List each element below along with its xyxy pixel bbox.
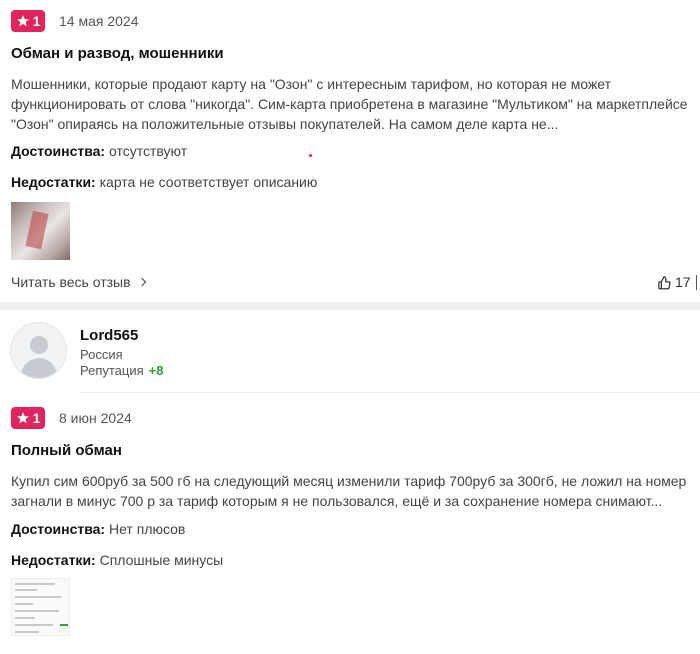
star-icon <box>16 412 29 424</box>
pros-value: отсутствуют <box>109 143 188 159</box>
reputation-label: Репутация <box>80 363 144 378</box>
review-title[interactable]: Полный обман <box>11 442 122 459</box>
rating-badge: 1 <box>11 10 45 32</box>
author-name[interactable]: Lord565 <box>80 327 138 344</box>
reputation-value: +8 <box>148 363 164 378</box>
cons-value: карта не соответствует описанию <box>99 174 318 190</box>
like-button[interactable]: 17 <box>657 274 691 290</box>
like-count: 17 <box>675 274 691 290</box>
cons-value: Сплошные минусы <box>99 552 224 568</box>
review-date: 8 июн 2024 <box>59 410 132 426</box>
star-icon <box>16 15 29 27</box>
cons-label: Недостатки: <box>11 174 96 190</box>
review-1-rating-row: 1 14 мая 2024 <box>11 10 139 32</box>
review-text: Мошенники, которые продают карту на "Озо… <box>11 76 688 132</box>
author-separator <box>80 392 700 393</box>
rating-value: 1 <box>32 13 41 29</box>
read-full-review-link[interactable]: Читать весь отзыв <box>11 274 146 290</box>
dislike-button[interactable] <box>696 275 700 290</box>
rating-value: 1 <box>32 410 41 426</box>
pros-label: Достоинства: <box>11 143 106 159</box>
author-country: Россия <box>80 347 123 362</box>
rating-badge: 1 <box>11 407 45 429</box>
review-photo[interactable] <box>11 578 70 636</box>
author-block: Lord565 Россия Репутация +8 <box>0 322 700 382</box>
cons-label: Недостатки: <box>11 552 96 568</box>
review-cons: Недостатки: карта не соответствует описа… <box>11 174 317 190</box>
thumbs-up-icon <box>658 275 671 289</box>
author-reputation: Репутация +8 <box>80 363 163 378</box>
chevron-right-icon <box>137 277 146 287</box>
review-date: 14 мая 2024 <box>59 13 139 29</box>
avatar[interactable] <box>10 322 67 379</box>
decorative-dot <box>309 154 312 157</box>
review-photo[interactable] <box>11 202 70 260</box>
pros-label: Достоинства: <box>11 521 106 537</box>
review-divider <box>0 302 700 310</box>
review-2-rating-row: 1 8 июн 2024 <box>11 407 132 429</box>
review-title[interactable]: Обман и развод, мошенники <box>11 45 224 62</box>
review-pros: Достоинства: отсутствуют <box>11 143 187 159</box>
read-full-review-label: Читать весь отзыв <box>11 274 131 290</box>
review-pros: Достоинства: Нет плюсов <box>11 521 185 537</box>
review-cons: Недостатки: Сплошные минусы <box>11 552 223 568</box>
pros-value: Нет плюсов <box>109 521 186 537</box>
review-text: Купил сим 600руб за 500 гб на следующий … <box>11 473 687 509</box>
